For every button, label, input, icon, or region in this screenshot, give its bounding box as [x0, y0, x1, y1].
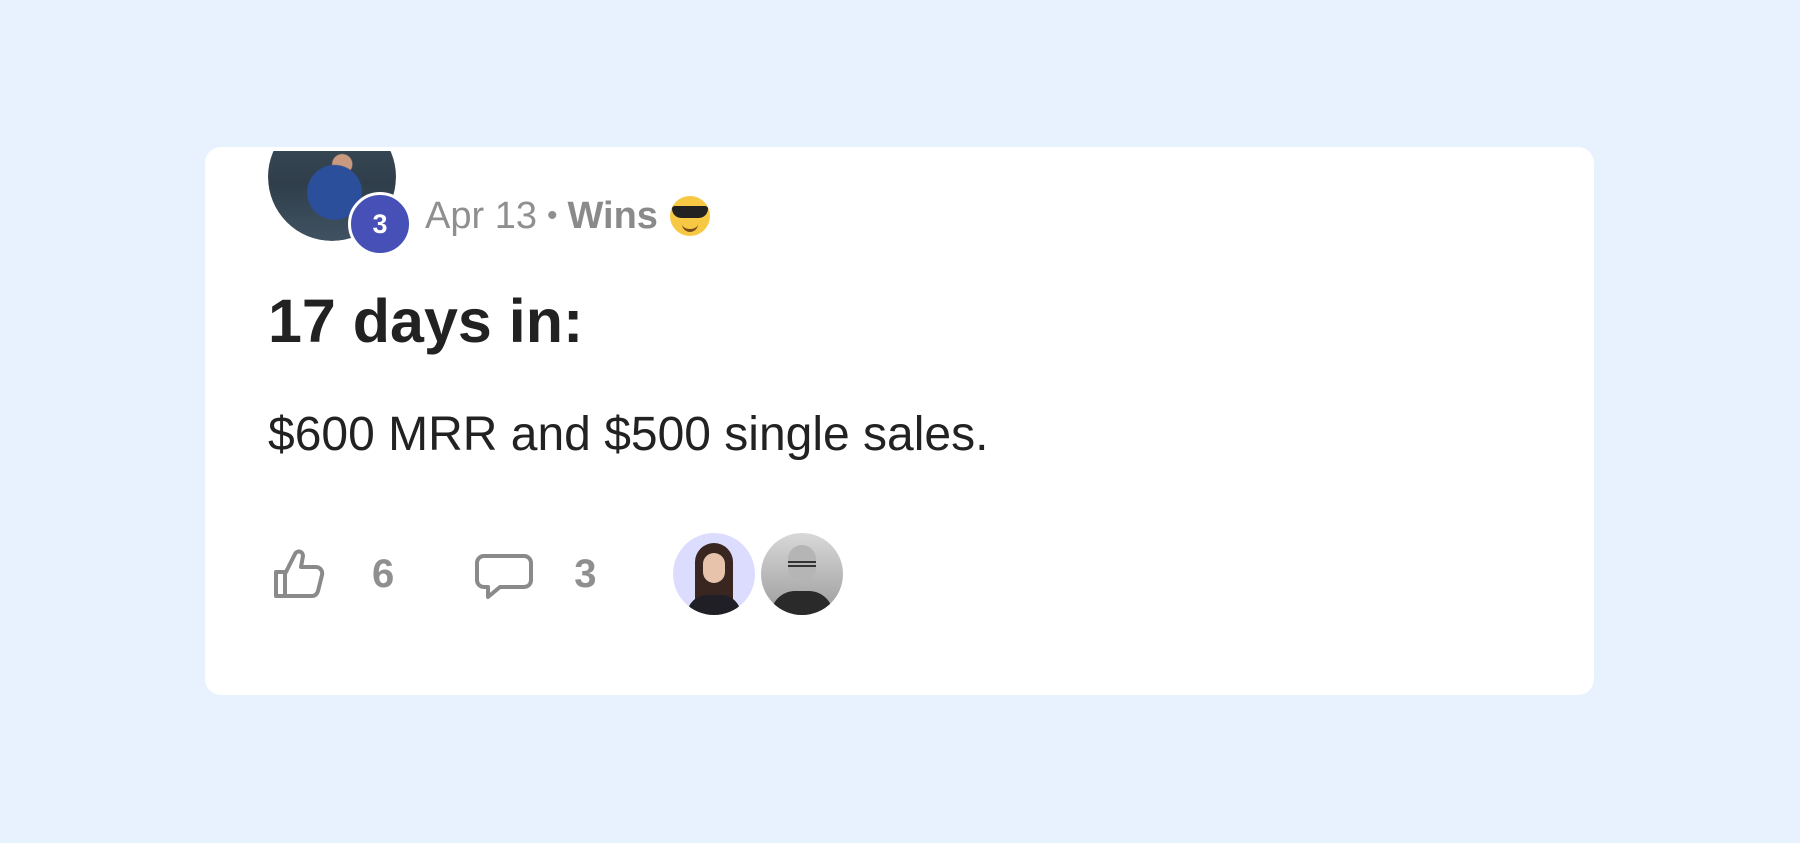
like-button[interactable]: 6: [268, 544, 394, 604]
post-title[interactable]: 17 days in:: [268, 285, 583, 358]
post-card[interactable]: 3 Apr 13 • Wins 17 days in: $600 MRR and…: [205, 147, 1594, 695]
author-level-badge: 3: [348, 192, 412, 256]
speech-bubble-icon: [474, 544, 534, 604]
post-body: $600 MRR and $500 single sales.: [268, 408, 989, 461]
post-actions: 6 3: [268, 531, 849, 617]
post-category[interactable]: Wins: [567, 195, 657, 238]
thumbs-up-icon: [268, 544, 328, 604]
post-date[interactable]: Apr 13: [425, 195, 537, 238]
meta-separator: •: [546, 199, 558, 232]
comments-count: 3: [574, 551, 597, 596]
commenter-avatars: [672, 533, 849, 615]
sunglasses-emoji-icon: [669, 196, 710, 236]
comment-button[interactable]: 3: [474, 544, 597, 604]
commenter-avatar[interactable]: [760, 533, 843, 615]
commenter-avatar[interactable]: [672, 533, 755, 615]
post-meta: Apr 13 • Wins: [425, 193, 710, 239]
likes-count: 6: [372, 551, 395, 596]
